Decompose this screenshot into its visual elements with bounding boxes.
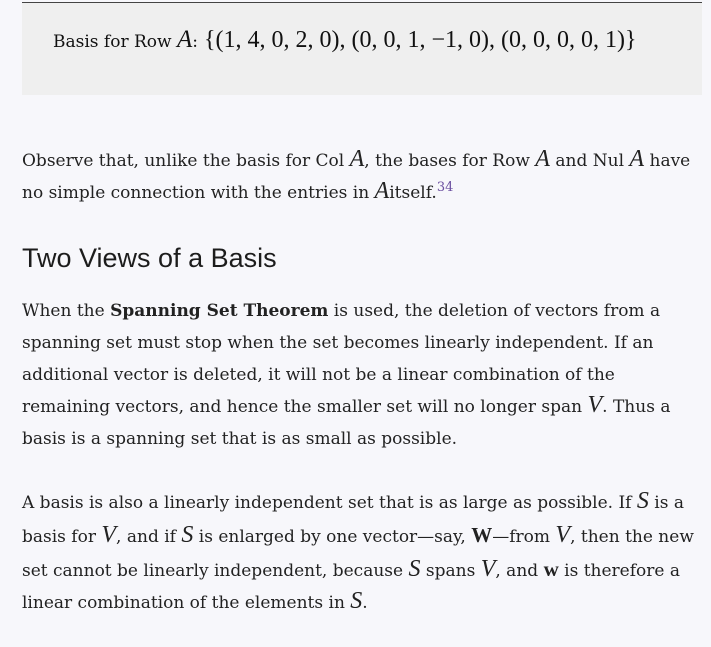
text-run: Observe that, unlike the basis for Col: [22, 151, 350, 171]
math-var: V: [555, 522, 571, 548]
math-var: V: [587, 392, 603, 418]
math-bold-var: w: [543, 557, 559, 581]
text-run: A basis is also a linearly independent s…: [22, 493, 637, 513]
paragraph-independent-set: A basis is also a linearly independent s…: [22, 487, 702, 619]
text-run: , and if: [116, 527, 182, 547]
paragraph-observe: Observe that, unlike the basis for Col A…: [22, 145, 702, 209]
text-run: itself.: [389, 183, 437, 203]
text-run: When the: [22, 301, 111, 321]
observe-text: Observe that, unlike the basis for Col A…: [22, 145, 702, 209]
text-run: .: [362, 593, 368, 613]
math-var: S: [181, 522, 194, 548]
section-heading: Two Views of a Basis: [22, 243, 277, 273]
footnote-link[interactable]: 34: [437, 180, 454, 195]
text-run: and Nul: [549, 151, 630, 171]
math-var: A: [535, 146, 550, 172]
math-bold-var: W: [471, 523, 493, 547]
independent-set-text: A basis is also a linearly independent s…: [22, 487, 702, 619]
math-var: V: [101, 522, 117, 548]
math-display-block: Basis for Row A: {(1, 4, 0, 2, 0), (0, 0…: [22, 3, 702, 95]
text-run: —from: [492, 527, 556, 547]
text-run: spans: [420, 561, 481, 581]
math-var: A: [629, 146, 645, 172]
spanning-set-text: When the Spanning Set Theorem is used, t…: [22, 295, 702, 455]
math-var: S: [636, 488, 649, 514]
text-run: , and: [495, 561, 544, 581]
math-var-a: A: [176, 26, 193, 53]
math-var: S: [408, 556, 421, 582]
math-var: V: [480, 556, 496, 582]
math-var: A: [374, 178, 390, 204]
paragraph-spanning-set: When the Spanning Set Theorem is used, t…: [22, 295, 702, 455]
theorem-name: Spanning Set Theorem: [110, 301, 329, 321]
math-label: Basis for Row: [53, 32, 177, 52]
math-formula: {(1, 4, 0, 2, 0), (0, 0, 1, −1, 0), (0, …: [197, 27, 637, 53]
text-run: is enlarged by one vector—say,: [193, 527, 472, 547]
math-var: S: [350, 588, 363, 614]
row-basis-equation: Basis for Row A: {(1, 4, 0, 2, 0), (0, 0…: [53, 27, 637, 54]
text-run: , the bases for Row: [364, 151, 536, 171]
math-var: A: [349, 146, 365, 172]
